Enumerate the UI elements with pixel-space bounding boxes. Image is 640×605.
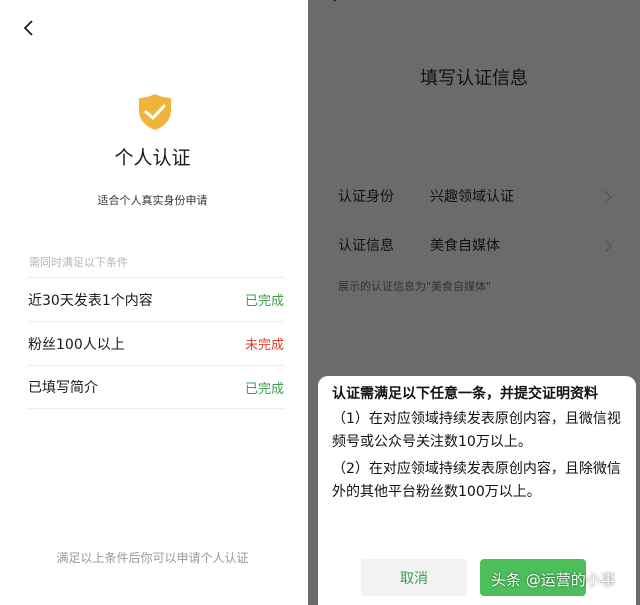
condition-row-bio: 已填写简介 已完成 — [28, 365, 284, 409]
condition-status: 已完成 — [244, 294, 284, 309]
verification-info-row[interactable]: 认证信息 美食自媒体 — [338, 221, 640, 269]
condition-name: 已填写简介 — [28, 380, 98, 396]
page-subtitle: 适合个人真实身份申请 — [97, 194, 208, 207]
fill-verification-info-screen: 填写认证信息 认证身份 兴趣领域认证 认证信息 美食自媒体 展示的认证信息为"美… — [308, 0, 640, 605]
page-title: 个人认证 — [114, 147, 191, 169]
footer-note: 满足以上条件后你可以申请个人认证 — [56, 551, 249, 565]
personal-verification-screen: 个人认证 适合个人真实身份申请 需同时满足以下条件 近30天发表1个内容 已完成… — [0, 0, 305, 605]
back-arrow-icon[interactable] — [20, 18, 38, 38]
row-key: 认证信息 — [338, 238, 394, 254]
row-key: 认证身份 — [338, 189, 394, 205]
condition-name: 粉丝100人以上 — [28, 336, 125, 353]
condition-row-followers: 粉丝100人以上 未完成 — [28, 321, 284, 365]
cancel-button[interactable]: 取消 — [361, 559, 467, 596]
condition-status: 已完成 — [244, 381, 284, 397]
condition-status: 未完成 — [244, 338, 284, 353]
condition-row-posts: 近30天发表1个内容 已完成 — [28, 277, 284, 321]
back-arrow-icon[interactable] — [330, 0, 344, 14]
shield-check-icon — [137, 93, 173, 131]
chevron-right-icon — [604, 238, 612, 257]
condition-name: 近30天发表1个内容 — [28, 292, 153, 309]
watermark: 头条 @运营的小事 — [491, 571, 616, 589]
conditions-section-label: 需同时满足以下条件 — [29, 256, 128, 269]
display-hint: 展示的认证信息为"美食自媒体" — [338, 280, 492, 293]
dialog-requirement-2: （2）在对应领域持续发表原创内容，且除微信外的其他平台粉丝数100万以上。 — [332, 461, 621, 500]
page-title: 填写认证信息 — [420, 68, 528, 89]
dialog-requirement-1: （1）在对应领域持续发表原创内容，且微信视频号或公众号关注数10万以上。 — [332, 411, 621, 450]
dialog-heading: 认证需满足以下任意一条，并提交证明资料 — [332, 386, 598, 402]
chevron-right-icon — [604, 189, 612, 208]
verification-identity-row[interactable]: 认证身份 兴趣领域认证 — [338, 172, 640, 220]
